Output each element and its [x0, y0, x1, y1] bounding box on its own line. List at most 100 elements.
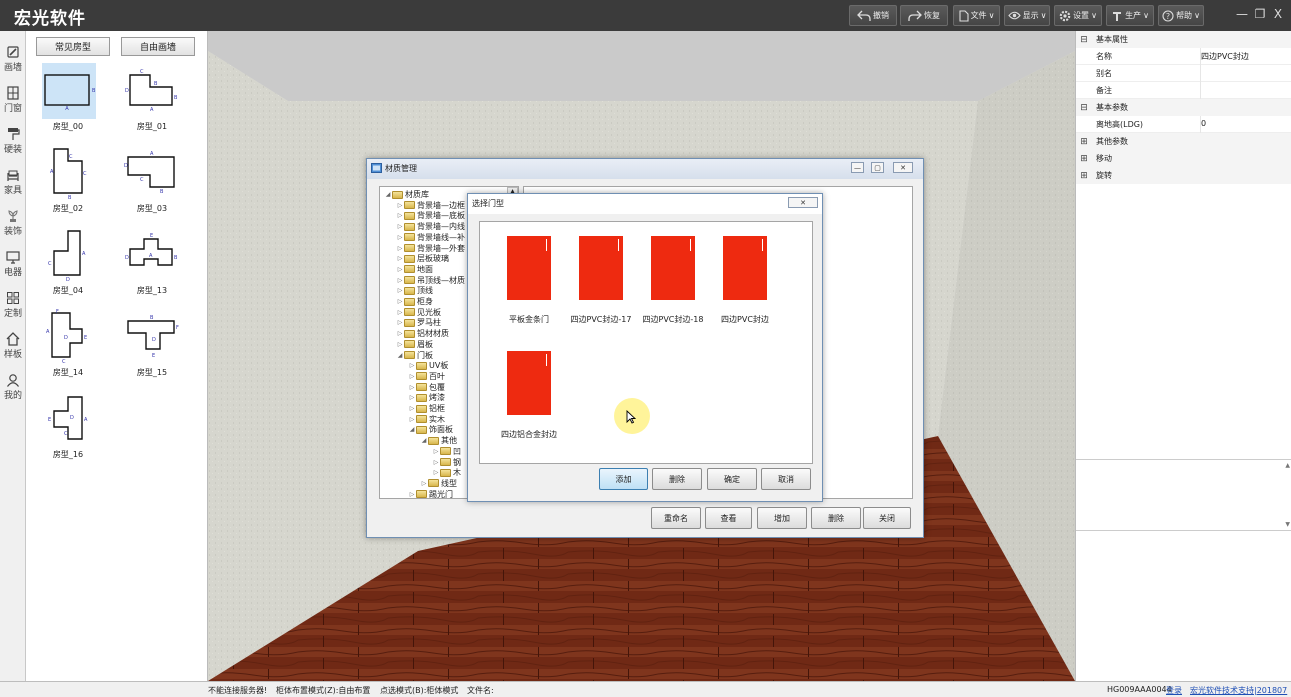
- scroll-down-icon[interactable]: ▼: [1285, 521, 1290, 528]
- room-item-01[interactable]: C D B B A 房型_01: [110, 63, 194, 143]
- add-door-button[interactable]: 添加: [599, 468, 648, 490]
- group-rotate[interactable]: ⊞ 旋转: [1076, 167, 1291, 184]
- prop-row-name[interactable]: 名称 四边PVC封边: [1076, 48, 1291, 65]
- prop-value-height[interactable]: 0: [1200, 116, 1291, 133]
- settings-menu-button[interactable]: 设置 ∨: [1054, 5, 1102, 26]
- tree-collapse-icon[interactable]: ◢: [408, 426, 416, 433]
- tree-expand-icon[interactable]: ▷: [408, 491, 416, 498]
- tree-expand-icon[interactable]: ▷: [396, 266, 404, 273]
- room-item-04[interactable]: C A D 房型_04: [26, 227, 110, 307]
- tree-expand-icon[interactable]: ▷: [396, 223, 404, 230]
- close-dialog-button[interactable]: 关闭: [863, 507, 911, 529]
- prop-value-remark[interactable]: [1200, 82, 1291, 99]
- room-item-03[interactable]: A D C B 房型_03: [110, 145, 194, 225]
- tree-expand-icon[interactable]: ▷: [396, 287, 404, 294]
- tree-item[interactable]: ▷ 见光板: [396, 307, 441, 318]
- tree-item[interactable]: ▷ 烤漆: [408, 392, 445, 403]
- tree-collapse-icon[interactable]: ◢: [420, 437, 428, 444]
- tree-expand-icon[interactable]: ▷: [408, 373, 416, 380]
- tree-expand-icon[interactable]: ▷: [396, 212, 404, 219]
- tree-item[interactable]: ▷ 线型: [420, 478, 457, 489]
- tree-expand-icon[interactable]: ▷: [396, 255, 404, 262]
- tree-expand-icon[interactable]: ▷: [420, 480, 428, 487]
- tree-expand-icon[interactable]: ▷: [432, 448, 440, 455]
- door-dialog-close-button[interactable]: ✕: [788, 197, 818, 208]
- nav-item-draw-wall[interactable]: 画墙: [0, 42, 26, 82]
- tree-item[interactable]: ▷ 吊顶线—材质: [396, 275, 465, 286]
- delete-door-button[interactable]: 删除: [652, 468, 702, 490]
- tree-item[interactable]: ▷ 背景墙线—补: [396, 232, 465, 243]
- tree-item[interactable]: ◢ 其他: [420, 435, 457, 446]
- room-item-02[interactable]: C A C B 房型_02: [26, 145, 110, 225]
- tree-expand-icon[interactable]: ▷: [396, 341, 404, 348]
- help-menu-button[interactable]: ? 帮助 ∨: [1158, 5, 1204, 26]
- maximize-window-button[interactable]: ❐: [1252, 6, 1268, 22]
- view-button[interactable]: 查看: [705, 507, 752, 529]
- tab-free-wall[interactable]: 自由画墙: [121, 37, 195, 56]
- tree-item[interactable]: ▷ 钢: [432, 457, 461, 468]
- tree-item[interactable]: ▷ 柜身: [396, 296, 433, 307]
- nav-item-templates[interactable]: 样板: [0, 329, 26, 369]
- tree-expand-icon[interactable]: ▷: [396, 319, 404, 326]
- material-dialog-close-button[interactable]: ✕: [893, 162, 913, 173]
- tree-collapse-icon[interactable]: ◢: [384, 191, 392, 198]
- prop-value-name[interactable]: 四边PVC封边: [1200, 48, 1291, 65]
- material-dialog-minimize-button[interactable]: —: [851, 162, 864, 173]
- rename-button[interactable]: 重命名: [651, 507, 701, 529]
- tree-expand-icon[interactable]: ▷: [396, 202, 404, 209]
- tree-item[interactable]: ▷ 罗马柱: [396, 317, 441, 328]
- group-other-params[interactable]: ⊞ 其他参数: [1076, 133, 1291, 150]
- nav-item-furniture[interactable]: 家具: [0, 165, 26, 205]
- redo-button[interactable]: 恢复: [900, 5, 948, 26]
- tree-expand-icon[interactable]: ▷: [396, 309, 404, 316]
- nav-item-custom[interactable]: 定制: [0, 288, 26, 328]
- nav-item-hard-decor[interactable]: 硬装: [0, 124, 26, 164]
- group-basic-properties[interactable]: ⊟ 基本属性: [1076, 31, 1291, 48]
- minimize-window-button[interactable]: —: [1234, 6, 1250, 22]
- tree-item[interactable]: ▷ 铝框: [408, 403, 445, 414]
- tree-item[interactable]: ▷ 实木: [408, 414, 445, 425]
- tree-item[interactable]: ◢ 饰面板: [408, 424, 453, 435]
- tree-expand-icon[interactable]: ▷: [408, 384, 416, 391]
- tree-item[interactable]: ▷ 百叶: [408, 371, 445, 382]
- add-material-button[interactable]: 增加: [757, 507, 807, 529]
- delete-material-button[interactable]: 删除: [811, 507, 861, 529]
- room-item-16[interactable]: E A C D 房型_16: [26, 391, 110, 471]
- tree-item[interactable]: ▷ 地面: [396, 264, 433, 275]
- nav-item-mine[interactable]: 我的: [0, 370, 26, 410]
- nav-item-doors-windows[interactable]: 门窗: [0, 83, 26, 123]
- room-item-13[interactable]: E D B A 房型_13: [110, 227, 194, 307]
- group-basic-params[interactable]: ⊟ 基本参数: [1076, 99, 1291, 116]
- tree-expand-icon[interactable]: ▷: [408, 362, 416, 369]
- prop-row-remark[interactable]: 备注: [1076, 82, 1291, 99]
- tree-expand-icon[interactable]: ▷: [396, 330, 404, 337]
- tree-item[interactable]: ▷ 顶线: [396, 285, 433, 296]
- login-link[interactable]: 登录: [1166, 685, 1182, 696]
- room-item-15[interactable]: B F D E 房型_15: [110, 309, 194, 389]
- tree-expand-icon[interactable]: ▷: [396, 245, 404, 252]
- support-link[interactable]: 宏光软件技术支持|201807: [1190, 685, 1287, 696]
- tree-expand-icon[interactable]: ▷: [432, 469, 440, 476]
- scroll-up-icon[interactable]: ▲: [1285, 462, 1290, 469]
- cancel-button[interactable]: 取消: [761, 468, 811, 490]
- tree-expand-icon[interactable]: ▷: [408, 394, 416, 401]
- tree-collapse-icon[interactable]: ◢: [396, 352, 404, 359]
- tree-expand-icon[interactable]: ▷: [396, 234, 404, 241]
- tree-item[interactable]: ▷ 层板玻璃: [396, 253, 449, 264]
- tree-item[interactable]: ◢ 材质库: [384, 189, 429, 200]
- tree-item[interactable]: ▷ 背景墙—外套: [396, 243, 465, 254]
- material-dialog-maximize-button[interactable]: ▢: [871, 162, 884, 173]
- production-menu-button[interactable]: 生产 ∨: [1106, 5, 1154, 26]
- nav-item-decoration[interactable]: 装饰: [0, 206, 26, 246]
- display-menu-button[interactable]: 显示 ∨: [1004, 5, 1050, 26]
- tree-item[interactable]: ◢ 门板: [396, 350, 433, 361]
- tab-common-rooms[interactable]: 常见房型: [36, 37, 110, 56]
- close-window-button[interactable]: X: [1270, 6, 1286, 22]
- tree-item[interactable]: ▷ 木: [432, 467, 461, 478]
- tree-item[interactable]: ▷ 包覆: [408, 382, 445, 393]
- undo-button[interactable]: 撤销: [849, 5, 897, 26]
- tree-item[interactable]: ▷ UV板: [408, 360, 449, 371]
- room-item-14[interactable]: F A E D C 房型_14: [26, 309, 110, 389]
- tree-item[interactable]: ▷ 背景墙—底板: [396, 210, 465, 221]
- tree-item[interactable]: ▷ 凹: [432, 446, 461, 457]
